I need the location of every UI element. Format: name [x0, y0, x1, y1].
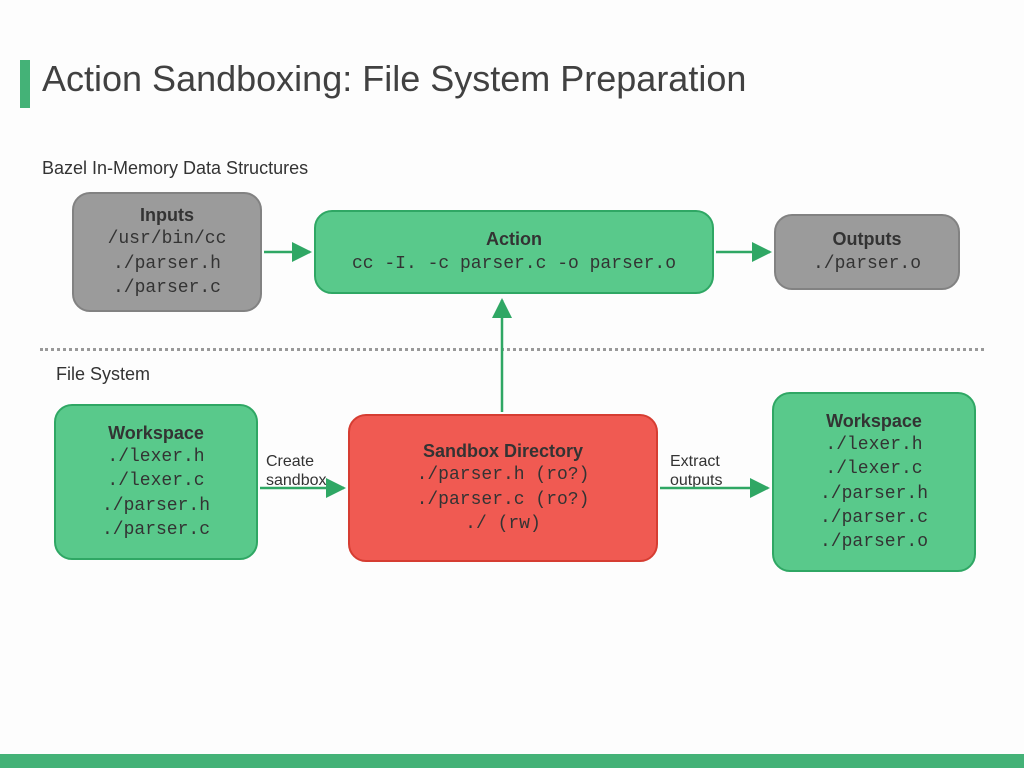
workspace-before-heading: Workspace	[108, 422, 204, 445]
section-label-bottom: File System	[56, 364, 150, 385]
title-accent-bar	[20, 60, 30, 108]
footer-accent-bar	[0, 754, 1024, 768]
workspace-after-heading: Workspace	[826, 410, 922, 433]
page-title: Action Sandboxing: File System Preparati…	[42, 58, 746, 100]
inputs-heading: Inputs	[140, 204, 194, 227]
inputs-body: /usr/bin/cc ./parser.h ./parser.c	[108, 227, 227, 300]
workspace-before-body: ./lexer.h ./lexer.c ./parser.h ./parser.…	[102, 445, 210, 542]
workspace-after-box: Workspace ./lexer.h ./lexer.c ./parser.h…	[772, 392, 976, 572]
slide: Action Sandboxing: File System Preparati…	[0, 0, 1024, 768]
outputs-body: ./parser.o	[813, 252, 921, 276]
action-heading: Action	[486, 228, 542, 251]
outputs-heading: Outputs	[833, 228, 902, 251]
divider	[40, 348, 984, 351]
workspace-before-box: Workspace ./lexer.h ./lexer.c ./parser.h…	[54, 404, 258, 560]
sandbox-box: Sandbox Directory ./parser.h (ro?) ./par…	[348, 414, 658, 562]
arrow-label-extract-outputs: Extract outputs	[670, 452, 722, 490]
arrows-layer	[0, 0, 1024, 768]
arrow-label-create-sandbox: Create sandbox	[266, 452, 327, 490]
sandbox-body: ./parser.h (ro?) ./parser.c (ro?) ./ (rw…	[417, 463, 590, 536]
sandbox-heading: Sandbox Directory	[423, 440, 583, 463]
workspace-after-body: ./lexer.h ./lexer.c ./parser.h ./parser.…	[820, 433, 928, 554]
action-body: cc -I. -c parser.c -o parser.o	[352, 252, 676, 276]
action-box: Action cc -I. -c parser.c -o parser.o	[314, 210, 714, 294]
outputs-box: Outputs ./parser.o	[774, 214, 960, 290]
section-label-top: Bazel In-Memory Data Structures	[42, 158, 308, 179]
inputs-box: Inputs /usr/bin/cc ./parser.h ./parser.c	[72, 192, 262, 312]
